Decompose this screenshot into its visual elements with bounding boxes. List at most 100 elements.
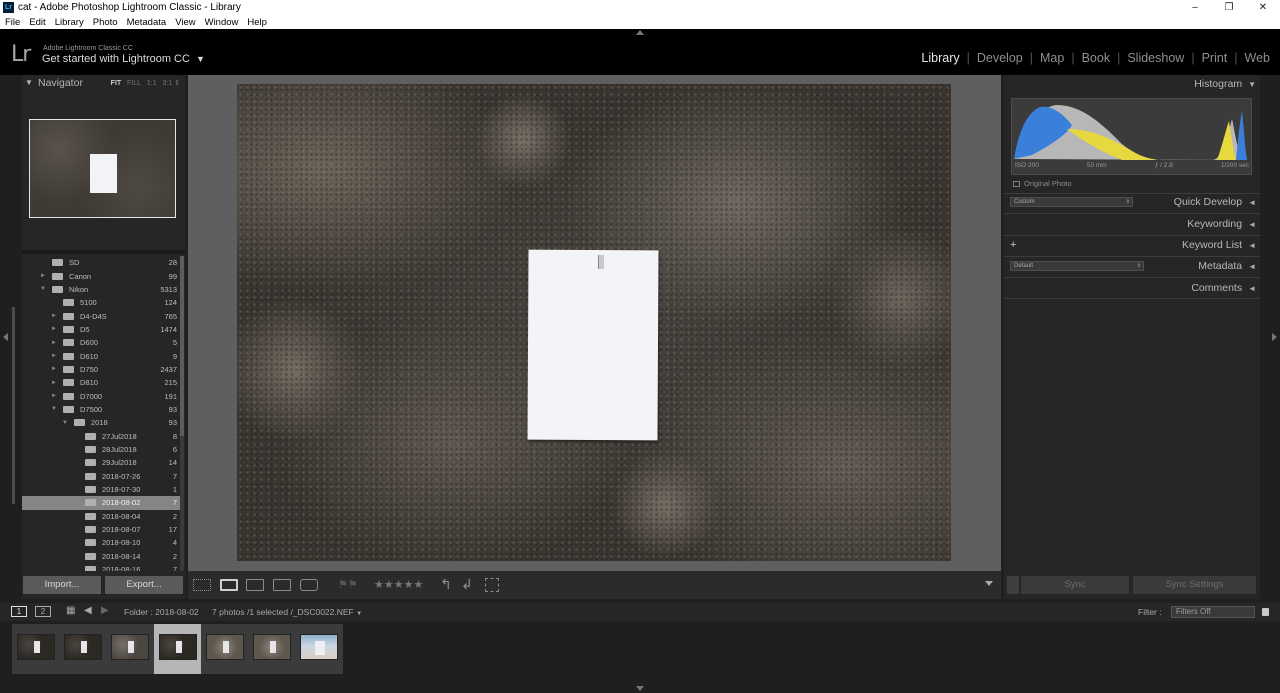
minimize-button[interactable]: – bbox=[1178, 0, 1212, 15]
loupe-view[interactable] bbox=[188, 75, 1001, 571]
expand-triangle-right-icon[interactable]: ► bbox=[40, 273, 46, 279]
iso-value[interactable]: ISO 200 bbox=[1015, 162, 1039, 169]
module-develop[interactable]: Develop bbox=[977, 51, 1023, 65]
histogram-header[interactable]: Histogram ▼ bbox=[1194, 78, 1256, 90]
folder-row[interactable]: 2018-08-07 17 bbox=[22, 523, 180, 536]
compare-view-icon[interactable] bbox=[246, 579, 264, 591]
keywording-header[interactable]: Keywording ◄ bbox=[1187, 218, 1256, 230]
keyword-list-header[interactable]: Keyword List ◄ bbox=[1182, 239, 1256, 251]
rotate-right-icon[interactable]: ↲ bbox=[461, 576, 473, 593]
folder-row[interactable]: 29Jul2018 14 bbox=[22, 456, 180, 469]
original-photo-checkbox[interactable]: Original Photo bbox=[1013, 179, 1072, 188]
main-window-button[interactable]: 1 bbox=[11, 606, 27, 617]
filmstrip-thumbnail[interactable] bbox=[106, 624, 155, 674]
folder-row[interactable]: 2018-08-16 7 bbox=[22, 563, 180, 571]
rotate-left-icon[interactable]: ↰ bbox=[440, 576, 452, 593]
module-slideshow[interactable]: Slideshow bbox=[1127, 51, 1184, 65]
identity-tagline[interactable]: Get started with Lightroom CC ▼ bbox=[42, 53, 205, 65]
folder-row[interactable]: 2018-08-10 4 bbox=[22, 536, 180, 549]
folder-row[interactable]: 2018-08-04 2 bbox=[22, 510, 180, 523]
grid-icon[interactable]: ▦ bbox=[66, 605, 75, 616]
expand-triangle-right-icon[interactable]: ► bbox=[51, 393, 57, 399]
left-panel-toggle-icon[interactable] bbox=[3, 333, 8, 341]
grid-view-icon[interactable] bbox=[193, 579, 211, 591]
folder-row[interactable]: ▼ D7500 93 bbox=[22, 403, 180, 416]
expand-triangle-right-icon[interactable]: ► bbox=[51, 326, 57, 332]
close-button[interactable]: ✕ bbox=[1246, 0, 1280, 15]
module-web[interactable]: Web bbox=[1245, 51, 1270, 65]
sync-button[interactable]: Sync bbox=[1021, 576, 1129, 594]
folder-row[interactable]: ► 2018-08-02 7 bbox=[22, 496, 180, 510]
quick-develop-preset-select[interactable]: Custom ⇕ bbox=[1010, 197, 1133, 207]
comments-header[interactable]: Comments ◄ bbox=[1191, 282, 1256, 294]
toolbar-options-chevron-down-icon[interactable] bbox=[985, 581, 993, 586]
collapse-triangle-icon[interactable]: ▼ bbox=[25, 78, 33, 87]
focal-length-value[interactable]: 50 mm bbox=[1087, 162, 1107, 169]
metadata-preset-select[interactable]: Default ⇕ bbox=[1010, 261, 1144, 271]
checkbox-icon[interactable] bbox=[1013, 181, 1020, 187]
comments-expand-icon[interactable]: ◄ bbox=[1248, 284, 1256, 293]
navigator-preview[interactable] bbox=[29, 119, 176, 218]
filter-lock-icon[interactable] bbox=[1262, 608, 1269, 616]
menu-file[interactable]: File bbox=[5, 17, 20, 28]
source-menu-chevron-down-icon[interactable]: ▼ bbox=[356, 611, 362, 617]
folder-row[interactable]: 27Jul2018 8 bbox=[22, 429, 180, 442]
loupe-view-icon[interactable] bbox=[220, 579, 238, 591]
star-rating[interactable]: ★★★★★ bbox=[374, 578, 423, 591]
flag-icon[interactable]: ⚑⚑ bbox=[338, 578, 358, 591]
filmstrip-thumbnail[interactable] bbox=[59, 624, 108, 674]
folder-row[interactable]: SD 28 bbox=[22, 256, 180, 269]
navigator-header[interactable]: ▼ Navigator FIT FILL 1:1 3:1 ⇕ bbox=[22, 75, 185, 91]
folder-row[interactable]: 2018-07-26 7 bbox=[22, 470, 180, 483]
zoom-fill[interactable]: FILL bbox=[127, 80, 141, 87]
menu-help[interactable]: Help bbox=[247, 17, 267, 28]
filmstrip-thumbnail[interactable] bbox=[200, 624, 249, 674]
folder-row[interactable]: 2018-08-14 2 bbox=[22, 550, 180, 563]
survey-view-icon[interactable] bbox=[273, 579, 291, 591]
expand-triangle-right-icon[interactable]: ► bbox=[51, 340, 57, 346]
left-edge-scrollbar[interactable] bbox=[12, 307, 15, 504]
folder-row[interactable]: ▼ 2018 93 bbox=[22, 416, 180, 429]
menu-view[interactable]: View bbox=[175, 17, 195, 28]
module-book[interactable]: Book bbox=[1082, 51, 1111, 65]
folder-row[interactable]: ► D810 215 bbox=[22, 376, 180, 389]
filmstrip-thumbnail[interactable] bbox=[248, 624, 296, 674]
secondary-window-button[interactable]: 2 bbox=[35, 606, 51, 617]
module-library[interactable]: Library bbox=[921, 51, 959, 65]
menu-metadata[interactable]: Metadata bbox=[127, 17, 167, 28]
quick-develop-expand-icon[interactable]: ◄ bbox=[1248, 198, 1256, 207]
folder-row[interactable]: ► D610 9 bbox=[22, 349, 180, 362]
crop-overlay-icon[interactable] bbox=[485, 578, 499, 592]
source-folder-label[interactable]: Folder : 2018-08-02 bbox=[124, 607, 199, 617]
filmstrip-thumbnail[interactable] bbox=[12, 624, 60, 674]
sync-settings-button[interactable]: Sync Settings bbox=[1133, 576, 1256, 594]
expand-triangle-right-icon[interactable]: ► bbox=[51, 353, 57, 359]
folder-row[interactable]: ▼ Nikon 5313 bbox=[22, 283, 180, 296]
menu-library[interactable]: Library bbox=[55, 17, 84, 28]
module-print[interactable]: Print bbox=[1202, 51, 1228, 65]
export-button[interactable]: Export... bbox=[105, 576, 183, 594]
module-map[interactable]: Map bbox=[1040, 51, 1064, 65]
identity-caret-icon[interactable]: ▼ bbox=[196, 54, 205, 64]
expand-triangle-right-icon[interactable]: ► bbox=[73, 500, 79, 506]
expand-triangle-down-icon[interactable]: ▼ bbox=[51, 406, 57, 412]
expand-triangle-right-icon[interactable]: ► bbox=[51, 366, 57, 372]
back-arrow-icon[interactable]: ◀ bbox=[84, 605, 92, 616]
folder-row[interactable]: ► D600 5 bbox=[22, 336, 180, 349]
filter-select[interactable]: Filters Off bbox=[1171, 606, 1255, 618]
folder-row[interactable]: ► D750 2437 bbox=[22, 363, 180, 376]
keyword-list-expand-icon[interactable]: ◄ bbox=[1248, 241, 1256, 250]
folder-row[interactable]: 28Jul2018 6 bbox=[22, 443, 180, 456]
zoom-fit[interactable]: FIT bbox=[111, 80, 122, 87]
import-button[interactable]: Import... bbox=[23, 576, 101, 594]
folder-row[interactable]: 5100 124 bbox=[22, 296, 180, 309]
right-panel-toggle-icon[interactable] bbox=[1272, 333, 1277, 341]
expand-triangle-right-icon[interactable]: ► bbox=[51, 313, 57, 319]
main-photo[interactable] bbox=[237, 84, 951, 561]
zoom-1-1[interactable]: 1:1 bbox=[147, 80, 157, 87]
zoom-3-1[interactable]: 3:1 bbox=[162, 80, 172, 87]
folder-row[interactable]: ► Canon 99 bbox=[22, 269, 180, 282]
selection-info[interactable]: 7 photos /1 selected /_DSC0022.NEF ▼ bbox=[212, 607, 362, 617]
keywording-expand-icon[interactable]: ◄ bbox=[1248, 220, 1256, 229]
expand-triangle-down-icon[interactable]: ▼ bbox=[62, 420, 68, 426]
